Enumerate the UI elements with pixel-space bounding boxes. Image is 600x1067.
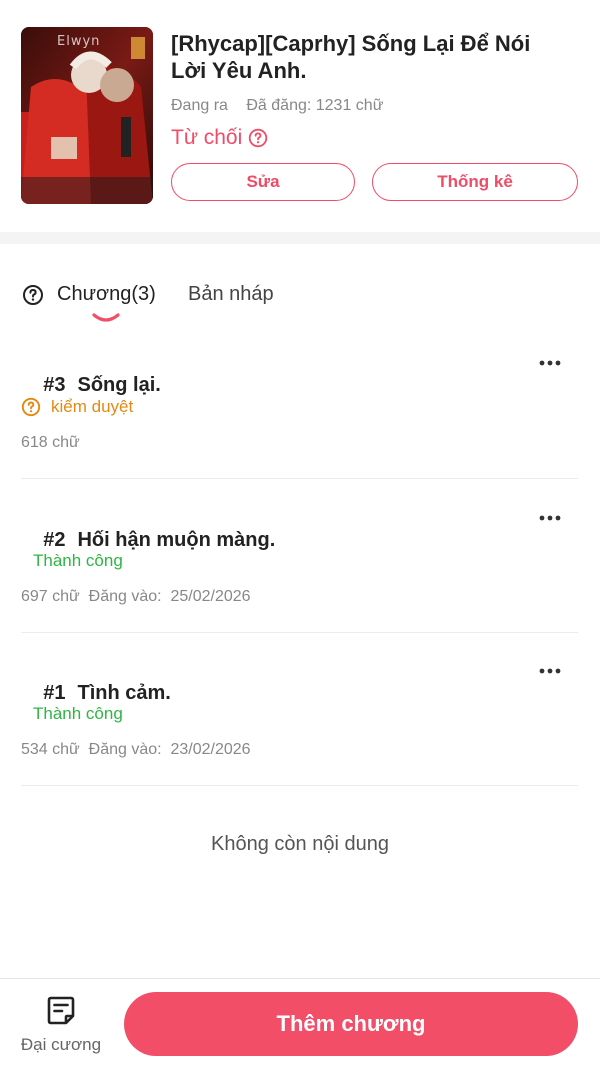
edit-story-button[interactable]: Sửa <box>171 163 355 201</box>
chapter-info: 534 chữ Đăng vào: 23/02/2026 <box>21 741 251 758</box>
story-status-text: Đang ra <box>171 97 228 114</box>
bottom-action-bar: Đại cương Thêm chương <box>0 978 600 1067</box>
tab-chapters[interactable]: Chương(3) <box>57 283 156 306</box>
question-circle-icon[interactable] <box>248 128 268 148</box>
more-options-icon[interactable] <box>538 663 562 679</box>
outline-button[interactable]: Đại cương <box>14 993 108 1057</box>
chapter-item-1[interactable]: #1 Tình cảm. Thành công 534 chữ Đăng vào:… <box>21 659 578 786</box>
chapter-info: 697 chữ Đăng vào: 25/02/2026 <box>21 588 251 605</box>
chapter-item-3[interactable]: #3 Sống lại. kiểm duyệt 618 chữ <box>21 351 578 479</box>
cover-watermark: Elwyn <box>57 34 101 49</box>
chapter-name: Sống lại. <box>77 374 161 396</box>
review-status: Từ chối <box>171 126 268 150</box>
chapter-name: Hối hận muộn màng. <box>77 529 276 551</box>
chapter-status: Thành công <box>33 704 123 724</box>
active-tab-indicator <box>92 313 120 322</box>
chapter-status-label: Thành công <box>33 704 123 723</box>
document-outline-icon <box>47 996 75 1025</box>
statistics-button[interactable]: Thống kê <box>372 163 578 201</box>
review-status-label: Từ chối <box>171 126 243 149</box>
more-options-icon[interactable] <box>538 355 562 371</box>
chapter-item-2[interactable]: #2 Hối hận muộn màng. Thành công 697 chữ … <box>21 506 578 633</box>
chapter-number: #2 <box>43 529 66 551</box>
chapter-status-label: Thành công <box>33 551 123 570</box>
story-cover-image[interactable]: Elwyn <box>21 27 153 204</box>
tab-drafts[interactable]: Bản nháp <box>188 283 274 306</box>
end-of-list-text: Không còn nội dung <box>211 833 389 855</box>
chapter-info: 618 chữ <box>21 434 80 451</box>
outline-label: Đại cương <box>20 1035 102 1054</box>
story-posted-count: Đã đăng: 1231 chữ <box>246 97 384 114</box>
story-title: [Rhycap][Caprhy] Sống Lại Để Nói Lời Yêu… <box>171 31 531 83</box>
story-meta: Đang ra Đã đăng: 1231 chữ <box>171 97 383 115</box>
pending-question-icon <box>21 397 41 417</box>
more-options-icon[interactable] <box>538 510 562 526</box>
help-icon[interactable] <box>22 284 44 306</box>
chapter-number: #3 <box>43 374 66 396</box>
cover-artwork <box>21 27 153 204</box>
chapter-status: kiểm duyệt <box>21 397 133 417</box>
chapter-name: Tình cảm. <box>77 682 171 704</box>
story-header: Elwyn [Rhycap][Caprhy] Sống Lại Để Nói L… <box>0 0 600 232</box>
add-chapter-button[interactable]: Thêm chương <box>124 992 578 1056</box>
chapter-tabs: Chương(3) Bản nháp <box>0 244 600 334</box>
chapter-status-label: kiểm duyệt <box>51 397 134 416</box>
section-divider <box>0 232 600 244</box>
chapter-status: Thành công <box>33 551 123 571</box>
chapter-number: #1 <box>43 682 66 704</box>
